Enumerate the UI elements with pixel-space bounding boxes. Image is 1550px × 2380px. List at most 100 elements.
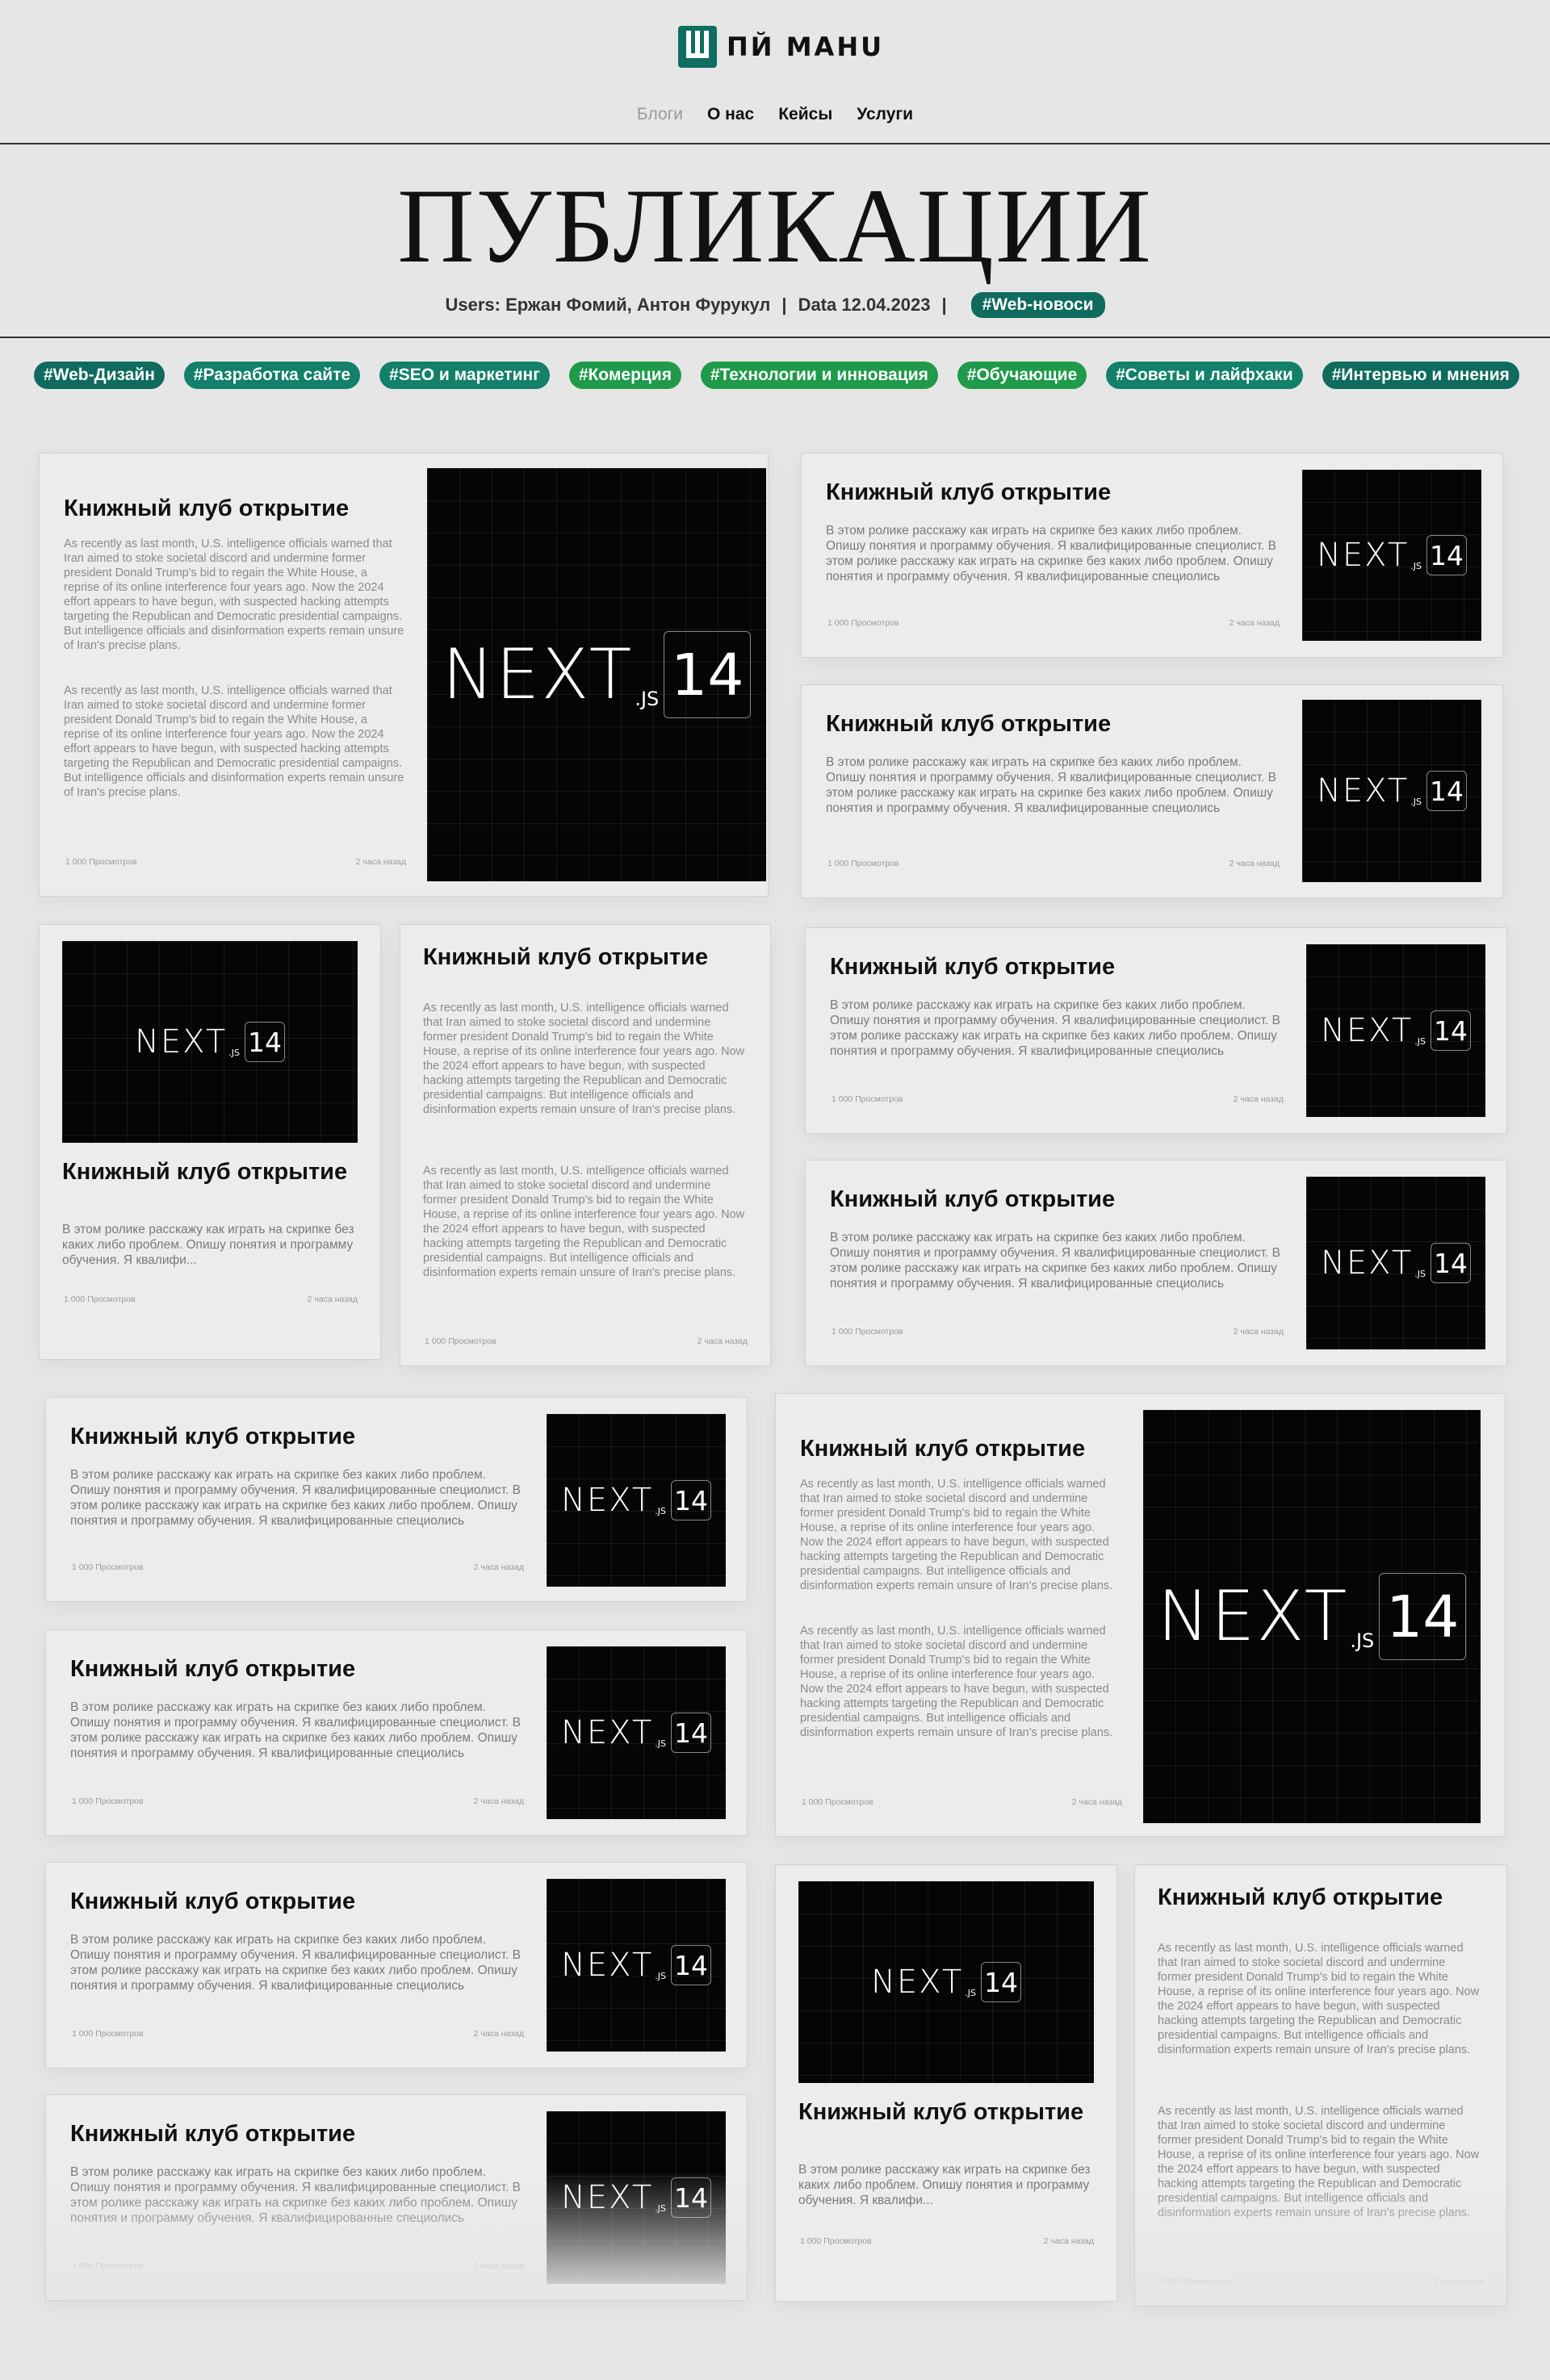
nextjs-logo: NEXT .JS 14 — [1316, 771, 1468, 811]
tag-commerce[interactable]: #Комерция — [568, 362, 681, 389]
publication-card[interactable]: Книжный клуб открытие В этом ролике расск… — [45, 1629, 748, 1836]
card-excerpt: В этом ролике расскажу как играть на скр… — [70, 1468, 521, 1528]
nextjs-logo: NEXT .JS 14 — [561, 2177, 712, 2218]
card-thumbnail[interactable]: NEXT .JS 14 — [798, 1881, 1094, 2083]
card-title[interactable]: Книжный клуб открытие — [70, 1424, 355, 1450]
next-wordmark: NEXT — [1157, 1576, 1349, 1657]
card-title[interactable]: Книжный клуб открытие — [70, 1656, 355, 1683]
next-version-badge: 14 — [245, 1022, 286, 1062]
card-title[interactable]: Книжный клуб открытие — [800, 1436, 1085, 1462]
card-footer: 1 000 Просмотров 2 часа назад — [72, 1797, 524, 1806]
nextjs-logo: NEXT .JS 14 — [1317, 535, 1468, 575]
publication-card[interactable]: Книжный клуб открытие В этом ролике расск… — [45, 2094, 748, 2301]
card-thumbnail[interactable]: NEXT .JS 14 — [62, 941, 358, 1143]
tag-filter-bar: #Web-Дизайн #Разработка сайте #SEO и мар… — [34, 362, 1519, 389]
next-wordmark: NEXT — [560, 1714, 654, 1751]
card-footer: 1 000 Просмотров 2 часа назад — [72, 2029, 524, 2039]
publication-card[interactable]: Книжный клуб открытие As recently as last… — [39, 453, 769, 897]
publication-card[interactable]: Книжный клуб открытие В этом ролике расск… — [805, 1160, 1507, 1366]
post-time: 2 часа назад — [307, 1295, 358, 1304]
card-excerpt: В этом ролике расскажу как играть на скр… — [826, 524, 1276, 583]
card-title[interactable]: Книжный клуб открытие — [423, 944, 708, 971]
card-thumbnail[interactable]: NEXT .JS 14 — [1302, 700, 1481, 882]
card-title[interactable]: Книжный клуб открытие — [70, 2121, 355, 2148]
card-title[interactable]: Книжный клуб открытие — [70, 1889, 355, 1915]
logo-text: ПЙ МАНU — [727, 31, 885, 62]
next-version-badge: 14 — [671, 1713, 712, 1753]
card-title[interactable]: Книжный клуб открытие — [798, 2099, 1083, 2126]
card-thumbnail[interactable]: NEXT .JS 14 — [547, 1414, 726, 1587]
card-title[interactable]: Книжный клуб открытие — [62, 1159, 347, 1186]
publication-card[interactable]: Книжный клуб открытие В этом ролике расск… — [801, 684, 1503, 898]
nav-link-cases[interactable]: Кейсы — [778, 105, 832, 124]
publish-date: Data 12.04.2023 — [798, 295, 931, 315]
publication-card[interactable]: Книжный клуб открытие В этом ролике расск… — [45, 1862, 748, 2068]
next-wordmark: NEXT — [560, 1482, 654, 1519]
card-excerpt: В этом ролике расскажу как играть на скр… — [62, 1223, 354, 1267]
nav-link-about[interactable]: О нас — [707, 105, 754, 124]
nextjs-logo: NEXT .JS 14 — [1320, 1243, 1472, 1283]
publication-card[interactable]: Книжный клуб открытие As recently as last… — [400, 924, 771, 1366]
publication-card[interactable]: Книжный клуб открытие В этом ролике расск… — [805, 927, 1507, 1134]
next-js-mark: .JS — [655, 2203, 667, 2214]
publication-card[interactable]: Книжный клуб открытие В этом ролике расск… — [45, 1397, 748, 1602]
view-count: 1 000 Просмотров — [72, 1797, 144, 1806]
next-wordmark: NEXT — [1316, 772, 1410, 809]
nav-link-services[interactable]: Услуги — [857, 105, 913, 124]
view-count: 1 000 Просмотров — [72, 2261, 144, 2271]
card-thumbnail[interactable]: NEXT .JS 14 — [1306, 1177, 1485, 1349]
card-title[interactable]: Книжный клуб открытие — [1158, 1884, 1443, 1911]
nav-link-blogs[interactable]: Блоги — [637, 105, 683, 124]
logo[interactable]: ПЙ МАНU — [678, 24, 884, 69]
publication-card[interactable]: Книжный клуб открытие As recently as last… — [1134, 1864, 1507, 2307]
next-js-mark: .JS — [1414, 1269, 1426, 1279]
card-footer: 1 000 Просмотров 2 часа назад — [425, 1336, 748, 1346]
tag-education[interactable]: #Обучающие — [957, 362, 1087, 389]
publication-card[interactable]: Книжный клуб открытие В этом ролике расск… — [801, 453, 1503, 658]
publication-card[interactable]: Книжный клуб открытие As recently as last… — [775, 1393, 1506, 1837]
next-js-mark: .JS — [655, 1738, 667, 1749]
view-count: 1 000 Просмотров — [72, 1562, 144, 1572]
view-count: 1 000 Просмотров — [832, 1327, 903, 1336]
nextjs-logo: NEXT .JS 14 — [560, 1713, 712, 1753]
tag-development[interactable]: #Разработка сайте — [183, 362, 361, 389]
next-js-mark: .JS — [655, 1506, 667, 1516]
next-wordmark: NEXT — [134, 1023, 228, 1060]
post-time: 2 часа назад — [1233, 1327, 1284, 1336]
card-thumbnail[interactable]: NEXT .JS 14 — [1306, 944, 1485, 1117]
category-tag[interactable]: #Web-новоси — [970, 292, 1105, 318]
tag-web-design[interactable]: #Web-Дизайн — [34, 362, 165, 389]
card-footer: 1 000 Просмотров 2 часа назад — [72, 2261, 524, 2271]
top-nav: Блоги О нас Кейсы Услуги — [0, 105, 1550, 124]
tag-interviews[interactable]: #Интервью и мнения — [1322, 362, 1519, 389]
next-version-badge: 14 — [1426, 535, 1468, 575]
next-wordmark: NEXT — [1320, 1244, 1414, 1282]
publication-card[interactable]: NEXT .JS 14 Книжный клуб открытие В этом рол… — [39, 924, 381, 1360]
card-excerpt: As recently as last month, U.S. intellig… — [1158, 2105, 1480, 2219]
nextjs-logo: NEXT .JS 14 — [1158, 1573, 1467, 1660]
card-thumbnail[interactable]: NEXT .JS 14 — [547, 1879, 726, 2052]
tag-seo[interactable]: #SEO и маркетинг — [379, 362, 550, 389]
card-thumbnail[interactable]: NEXT .JS 14 — [547, 1646, 726, 1819]
card-thumbnail[interactable]: NEXT .JS 14 — [427, 468, 766, 881]
tag-tech[interactable]: #Технологии и инновация — [700, 362, 938, 389]
card-title[interactable]: Книжный клуб открытие — [826, 711, 1111, 738]
next-js-mark: .JS — [1410, 561, 1422, 571]
card-footer: 1 000 Просмотров 2 часа назад — [802, 1797, 1122, 1807]
tag-tips[interactable]: #Советы и лайфхаки — [1106, 362, 1303, 389]
card-thumbnail[interactable]: NEXT .JS 14 — [547, 2111, 726, 2284]
next-js-mark: .JS — [965, 1988, 977, 1998]
card-title[interactable]: Книжный клуб открытие — [64, 496, 349, 522]
view-count: 1 000 Просмотров — [827, 618, 899, 628]
publication-card[interactable]: NEXT .JS 14 Книжный клуб открытие В этом рол… — [775, 1864, 1117, 2302]
view-count: 1 000 Просмотров — [802, 1797, 873, 1807]
next-version-badge: 14 — [1379, 1573, 1467, 1660]
card-title[interactable]: Книжный клуб открытие — [830, 1186, 1115, 1213]
nextjs-logo: NEXT .JS 14 — [1321, 1010, 1472, 1051]
card-thumbnail[interactable]: NEXT .JS 14 — [1302, 470, 1481, 641]
view-count: 1 000 Просмотров — [65, 857, 137, 867]
card-title[interactable]: Книжный клуб открытие — [830, 954, 1115, 981]
card-title[interactable]: Книжный клуб открытие — [826, 479, 1111, 506]
card-thumbnail[interactable]: NEXT .JS 14 — [1143, 1410, 1481, 1823]
post-time: 2 часа назад — [1043, 2236, 1094, 2246]
